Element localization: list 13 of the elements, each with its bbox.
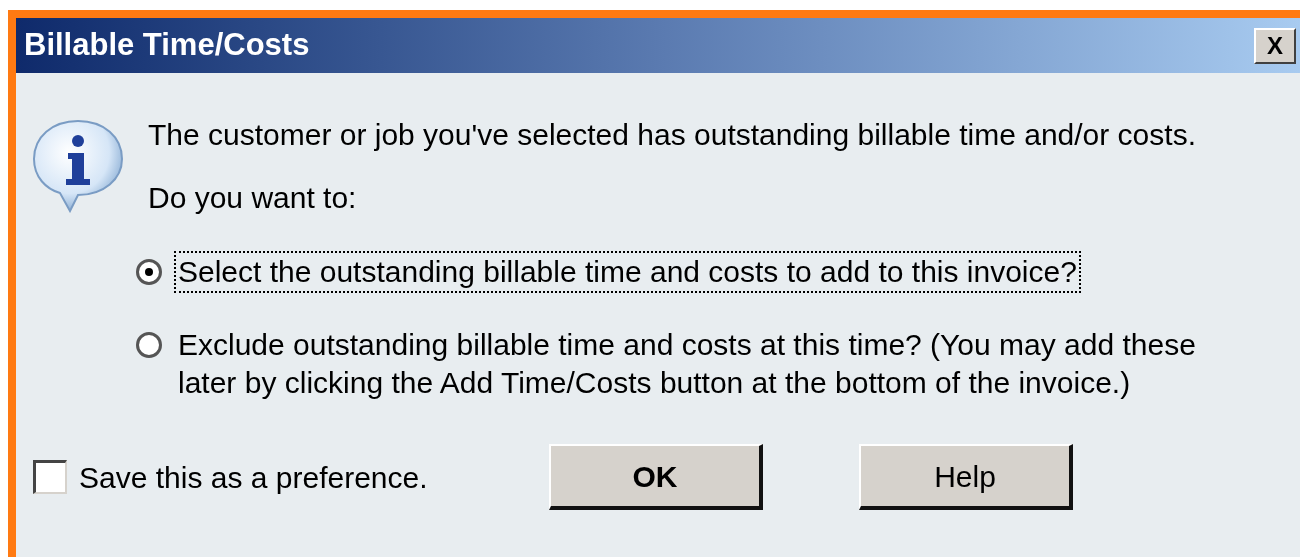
- dialog-button[interactable]: Help: [859, 444, 1073, 510]
- checkbox[interactable]: [33, 460, 67, 494]
- info-speech-bubble-icon: [30, 117, 126, 213]
- radio-button[interactable]: [136, 259, 162, 285]
- window-title: Billable Time/Costs: [24, 26, 310, 65]
- radio-button[interactable]: [136, 332, 162, 358]
- dialog-button[interactable]: OK: [549, 444, 763, 510]
- close-button[interactable]: X: [1254, 27, 1296, 64]
- option-label[interactable]: Select the outstanding billable time and costs to add to this invoice?: [174, 251, 1081, 293]
- preference-label: Save this as a preference.: [79, 459, 429, 496]
- prompt-text: Do you want to:: [148, 180, 358, 216]
- option-label[interactable]: Exclude outstanding billable time and costs at this time? (You may add these later by clicking the Add Time/Costs button at the bottom of the invoice.): [174, 324, 1239, 404]
- message-text: The customer or job you've selected has outstanding billable time and/or costs.: [148, 117, 1197, 153]
